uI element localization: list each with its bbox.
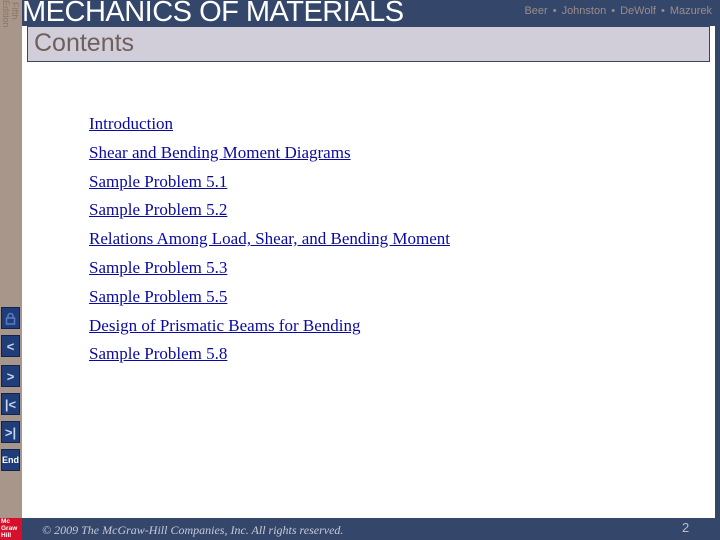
link-shear-bending-diagrams[interactable]: Shear and Bending Moment Diagrams xyxy=(89,141,450,170)
authors: Beer • Johnston • DeWolf • Mazurek xyxy=(524,5,712,17)
edition-line1: Fifth xyxy=(10,2,20,20)
separator: • xyxy=(660,5,665,17)
author: Mazurek xyxy=(669,5,712,17)
book-title: MECHANICS OF MATERIALS xyxy=(22,0,404,28)
author: Johnston xyxy=(561,5,607,17)
copyright-text: © 2009 The McGraw-Hill Companies, Inc. A… xyxy=(42,523,344,537)
end-label: End xyxy=(2,455,19,465)
end-show-button[interactable]: End xyxy=(1,449,20,471)
previous-slide-button[interactable]: < xyxy=(1,335,20,357)
link-sample-problem-5-5[interactable]: Sample Problem 5.5 xyxy=(89,285,450,314)
edition-label: Fifth Edition xyxy=(0,0,22,40)
link-introduction[interactable]: Introduction xyxy=(89,112,450,141)
skip-first-icon: |< xyxy=(4,396,17,412)
first-slide-button[interactable]: |< xyxy=(1,393,20,415)
chevron-right-icon: > xyxy=(6,368,15,384)
separator: • xyxy=(611,5,616,17)
logo-line: Hill xyxy=(1,532,12,539)
link-sample-problem-5-8[interactable]: Sample Problem 5.8 xyxy=(89,342,450,371)
skip-last-icon: >| xyxy=(4,424,17,440)
chevron-left-icon: < xyxy=(6,338,15,354)
link-design-prismatic-beams[interactable]: Design of Prismatic Beams for Bending xyxy=(89,314,450,343)
right-border xyxy=(715,0,720,540)
next-slide-button[interactable]: > xyxy=(1,365,20,387)
home-button[interactable] xyxy=(1,307,20,329)
mcgraw-hill-logo: Mc Graw Hill xyxy=(0,518,22,540)
page-number: 2 xyxy=(682,520,690,535)
slide-title-box: Contents xyxy=(27,26,710,62)
link-sample-problem-5-3[interactable]: Sample Problem 5.3 xyxy=(89,256,450,285)
link-sample-problem-5-1[interactable]: Sample Problem 5.1 xyxy=(89,170,450,199)
logo-line: Mc xyxy=(1,518,11,525)
author: DeWolf xyxy=(620,5,656,17)
contents-list: Introduction Shear and Bending Moment Di… xyxy=(89,112,450,371)
author: Beer xyxy=(524,5,548,17)
separator: • xyxy=(552,5,557,17)
link-relations-load-shear-moment[interactable]: Relations Among Load, Shear, and Bending… xyxy=(89,227,450,256)
last-slide-button[interactable]: >| xyxy=(1,421,20,443)
lock-icon xyxy=(5,312,16,325)
link-sample-problem-5-2[interactable]: Sample Problem 5.2 xyxy=(89,198,450,227)
edition-line2: Edition xyxy=(1,0,11,28)
logo-line: Graw xyxy=(1,525,18,532)
slide-title: Contents xyxy=(34,29,135,57)
